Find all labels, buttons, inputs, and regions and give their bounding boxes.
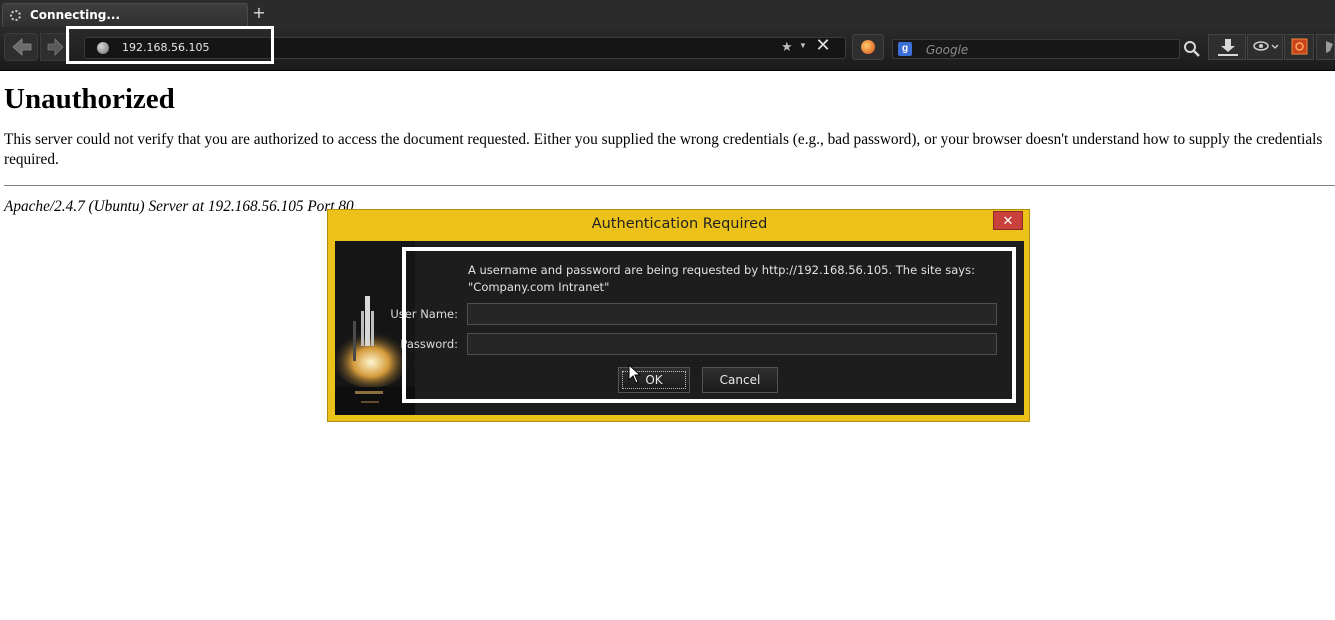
eye-icon	[1253, 41, 1279, 51]
overflow-button[interactable]	[1316, 34, 1335, 60]
back-button[interactable]	[4, 33, 38, 61]
addon-button[interactable]	[1284, 34, 1314, 60]
new-tab-button[interactable]: +	[252, 3, 266, 23]
mouse-cursor-icon	[628, 364, 642, 384]
address-bar-highlight	[66, 26, 274, 64]
dialog-highlight	[402, 247, 1016, 403]
tab-strip: Connecting... +	[0, 0, 1335, 27]
error-message: This server could not verify that you ar…	[4, 131, 1323, 168]
bookmark-star-icon[interactable]: ★	[781, 39, 793, 55]
view-menu-button[interactable]	[1247, 34, 1283, 60]
back-arrow-icon	[12, 38, 32, 56]
firefox-menu-button[interactable]	[852, 34, 884, 60]
shield-icon	[1326, 41, 1333, 53]
browser-tab[interactable]: Connecting...	[2, 3, 248, 27]
forward-arrow-icon	[47, 38, 64, 56]
dialog-title: Authentication Required	[591, 216, 768, 232]
download-icon	[1218, 39, 1238, 56]
downloads-button[interactable]	[1208, 34, 1246, 60]
addon-icon	[1291, 38, 1308, 55]
magnifier-icon[interactable]	[1183, 40, 1201, 58]
stop-icon[interactable]: ✕	[812, 35, 834, 57]
close-button[interactable]: ✕	[993, 211, 1023, 230]
page-title: Unauthorized	[4, 83, 175, 115]
firefox-icon	[861, 40, 875, 54]
loading-spinner-icon	[10, 10, 21, 21]
google-icon[interactable]: g	[898, 42, 912, 56]
search-bar[interactable]: g Google	[892, 39, 1180, 59]
error-page: Unauthorized This server could not verif…	[4, 72, 1335, 216]
chevron-down-icon[interactable]: ▼	[799, 41, 807, 50]
search-placeholder[interactable]: Google	[926, 43, 968, 57]
tab-title: Connecting...	[30, 8, 121, 22]
divider	[4, 185, 1335, 186]
